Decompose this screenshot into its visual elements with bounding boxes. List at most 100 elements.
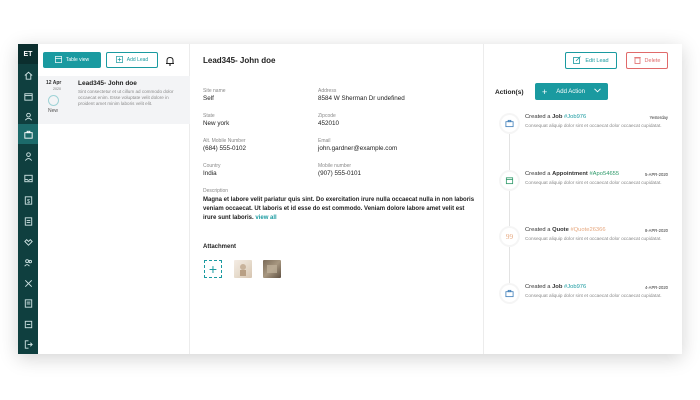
- action-date: 8-APR-2020: [644, 228, 668, 233]
- zipcode-label: Zipcode: [318, 113, 336, 119]
- timeline-line: [509, 124, 510, 302]
- address-label: Address: [318, 88, 337, 94]
- mobile-label: Mobile number: [318, 163, 352, 169]
- add-attachment-button[interactable]: +: [204, 260, 222, 278]
- svg-text:$: $: [26, 198, 29, 204]
- calendar-icon[interactable]: [22, 90, 34, 102]
- add-action-button[interactable]: + Add Action: [535, 83, 608, 100]
- table-icon: [54, 55, 62, 65]
- team-icon[interactable]: [22, 256, 34, 268]
- settings-icon[interactable]: [22, 318, 34, 330]
- plus-icon: +: [542, 86, 548, 97]
- attachment-thumbnail[interactable]: [234, 260, 252, 278]
- document-icon[interactable]: [22, 215, 34, 227]
- chevron-down-icon: [594, 88, 601, 95]
- calendar-icon: [501, 172, 518, 189]
- lead-date: 12 Apr: [46, 80, 62, 86]
- action-type: Job: [552, 284, 563, 290]
- action-date: 4-APR-2020: [644, 285, 668, 290]
- inbox-icon[interactable]: [22, 172, 34, 184]
- action-item-title[interactable]: Created a Job #Job976: [525, 114, 586, 120]
- lead-year: 2020: [53, 87, 61, 91]
- bell-icon[interactable]: [164, 54, 176, 66]
- action-prefix: Created a: [525, 284, 553, 290]
- action-prefix: Created a: [525, 227, 553, 233]
- action-ref-link[interactable]: #Apo54655: [589, 171, 619, 177]
- action-type: Appointment: [552, 171, 588, 177]
- app-logo: ET: [18, 44, 38, 64]
- briefcase-icon[interactable]: [22, 128, 34, 140]
- address-value: 8584 W Sherman Dr undefined: [318, 95, 405, 102]
- actions-heading: Action(s): [495, 89, 524, 96]
- add-action-label: Add Action: [556, 88, 585, 95]
- attachment-heading: Attachment: [203, 244, 237, 250]
- lead-description: Sint consectetur et ut cillum ad commodo…: [78, 89, 174, 106]
- delete-label: Delete: [644, 57, 661, 64]
- action-prefix: Created a: [525, 171, 553, 177]
- table-view-label: Table view: [65, 57, 90, 63]
- action-prefix: Created a: [525, 114, 553, 120]
- description-body: Magna et labore velit pariatur quis sint…: [203, 197, 475, 221]
- action-type: Job: [552, 114, 563, 120]
- action-type: Quote: [552, 227, 569, 233]
- state-label: State: [203, 113, 215, 119]
- trash-icon: [633, 56, 641, 66]
- country-value: India: [203, 170, 217, 177]
- action-description: Consequat aliquip dolor sint et occaecat…: [525, 180, 662, 185]
- action-description: Consequat aliquip dolor sint et occaecat…: [525, 293, 662, 298]
- action-ref-link[interactable]: #Job976: [564, 114, 586, 120]
- add-lead-icon: [115, 55, 123, 65]
- edit-lead-label: Edit Lead: [585, 57, 609, 64]
- action-ref-link[interactable]: #Quote26366: [570, 227, 605, 233]
- briefcase-icon: [501, 115, 518, 132]
- alt-mobile-value: (684) 555-0102: [203, 145, 247, 152]
- actions-panel: Edit Lead Delete Action(s) + Add Action …: [483, 44, 682, 354]
- app-window: ET $ Table view Add Lead 12 Apr 2020 New…: [18, 44, 682, 354]
- handshake-icon[interactable]: [22, 235, 34, 247]
- table-view-button[interactable]: Table view: [43, 52, 101, 68]
- add-lead-button[interactable]: Add Lead: [106, 52, 158, 68]
- attachment-thumbnail[interactable]: [263, 260, 281, 278]
- contacts-icon[interactable]: [22, 110, 34, 122]
- list-item[interactable]: 12 Apr 2020 New Lead345- John doe Sint c…: [38, 76, 190, 124]
- action-item-title[interactable]: Created a Job #Job976: [525, 284, 586, 290]
- dollar-icon[interactable]: $: [22, 194, 34, 206]
- action-ref-link[interactable]: #Job976: [564, 284, 586, 290]
- delete-button[interactable]: Delete: [626, 52, 668, 69]
- email-value: john.gardner@example.com: [318, 145, 398, 152]
- briefcase-icon: [501, 285, 518, 302]
- zipcode-value: 452010: [318, 120, 340, 127]
- lead-detail-panel: Lead345- John doe Site name Self Address…: [191, 44, 483, 354]
- edit-icon: [573, 55, 582, 66]
- tools-icon[interactable]: [22, 277, 34, 289]
- action-description: Consequat aliquip dolor sint et occaecat…: [525, 123, 662, 128]
- lead-list-panel: Table view Add Lead 12 Apr 2020 New Lead…: [38, 44, 190, 354]
- list-icon[interactable]: [22, 297, 34, 309]
- edit-lead-button[interactable]: Edit Lead: [565, 52, 617, 69]
- svg-text:99: 99: [506, 233, 514, 241]
- action-description: Consequat aliquip dolor sint et occaecat…: [525, 236, 662, 241]
- country-label: Country: [203, 163, 221, 169]
- alt-mobile-label: Alt. Mobile Number: [203, 138, 246, 144]
- action-item-title[interactable]: Created a Appointment #Apo54655: [525, 171, 619, 177]
- sidebar: ET $: [18, 44, 38, 354]
- description-text: Magna et labore velit pariatur quis sint…: [203, 196, 475, 223]
- email-label: Email: [318, 138, 331, 144]
- quote-icon: 99: [501, 228, 518, 245]
- site-name-label: Site name: [203, 88, 226, 94]
- action-item-title[interactable]: Created a Quote #Quote26366: [525, 227, 606, 233]
- description-label: Description: [203, 188, 229, 194]
- add-lead-label: Add Lead: [126, 57, 149, 63]
- logout-icon[interactable]: [22, 338, 34, 350]
- person-icon[interactable]: [22, 150, 34, 162]
- action-date: Yesterday: [649, 115, 668, 120]
- status-badge: New: [48, 108, 59, 114]
- site-name-value: Self: [203, 95, 214, 102]
- page-title: Lead345- John doe: [203, 56, 276, 65]
- lead-name: Lead345- John doe: [78, 80, 137, 87]
- mobile-value: (907) 555-0101: [318, 170, 362, 177]
- home-icon[interactable]: [22, 69, 34, 81]
- action-date: 5-APR-2020: [644, 172, 668, 177]
- view-all-link[interactable]: view all: [255, 215, 276, 221]
- status-ring-icon: [48, 95, 59, 106]
